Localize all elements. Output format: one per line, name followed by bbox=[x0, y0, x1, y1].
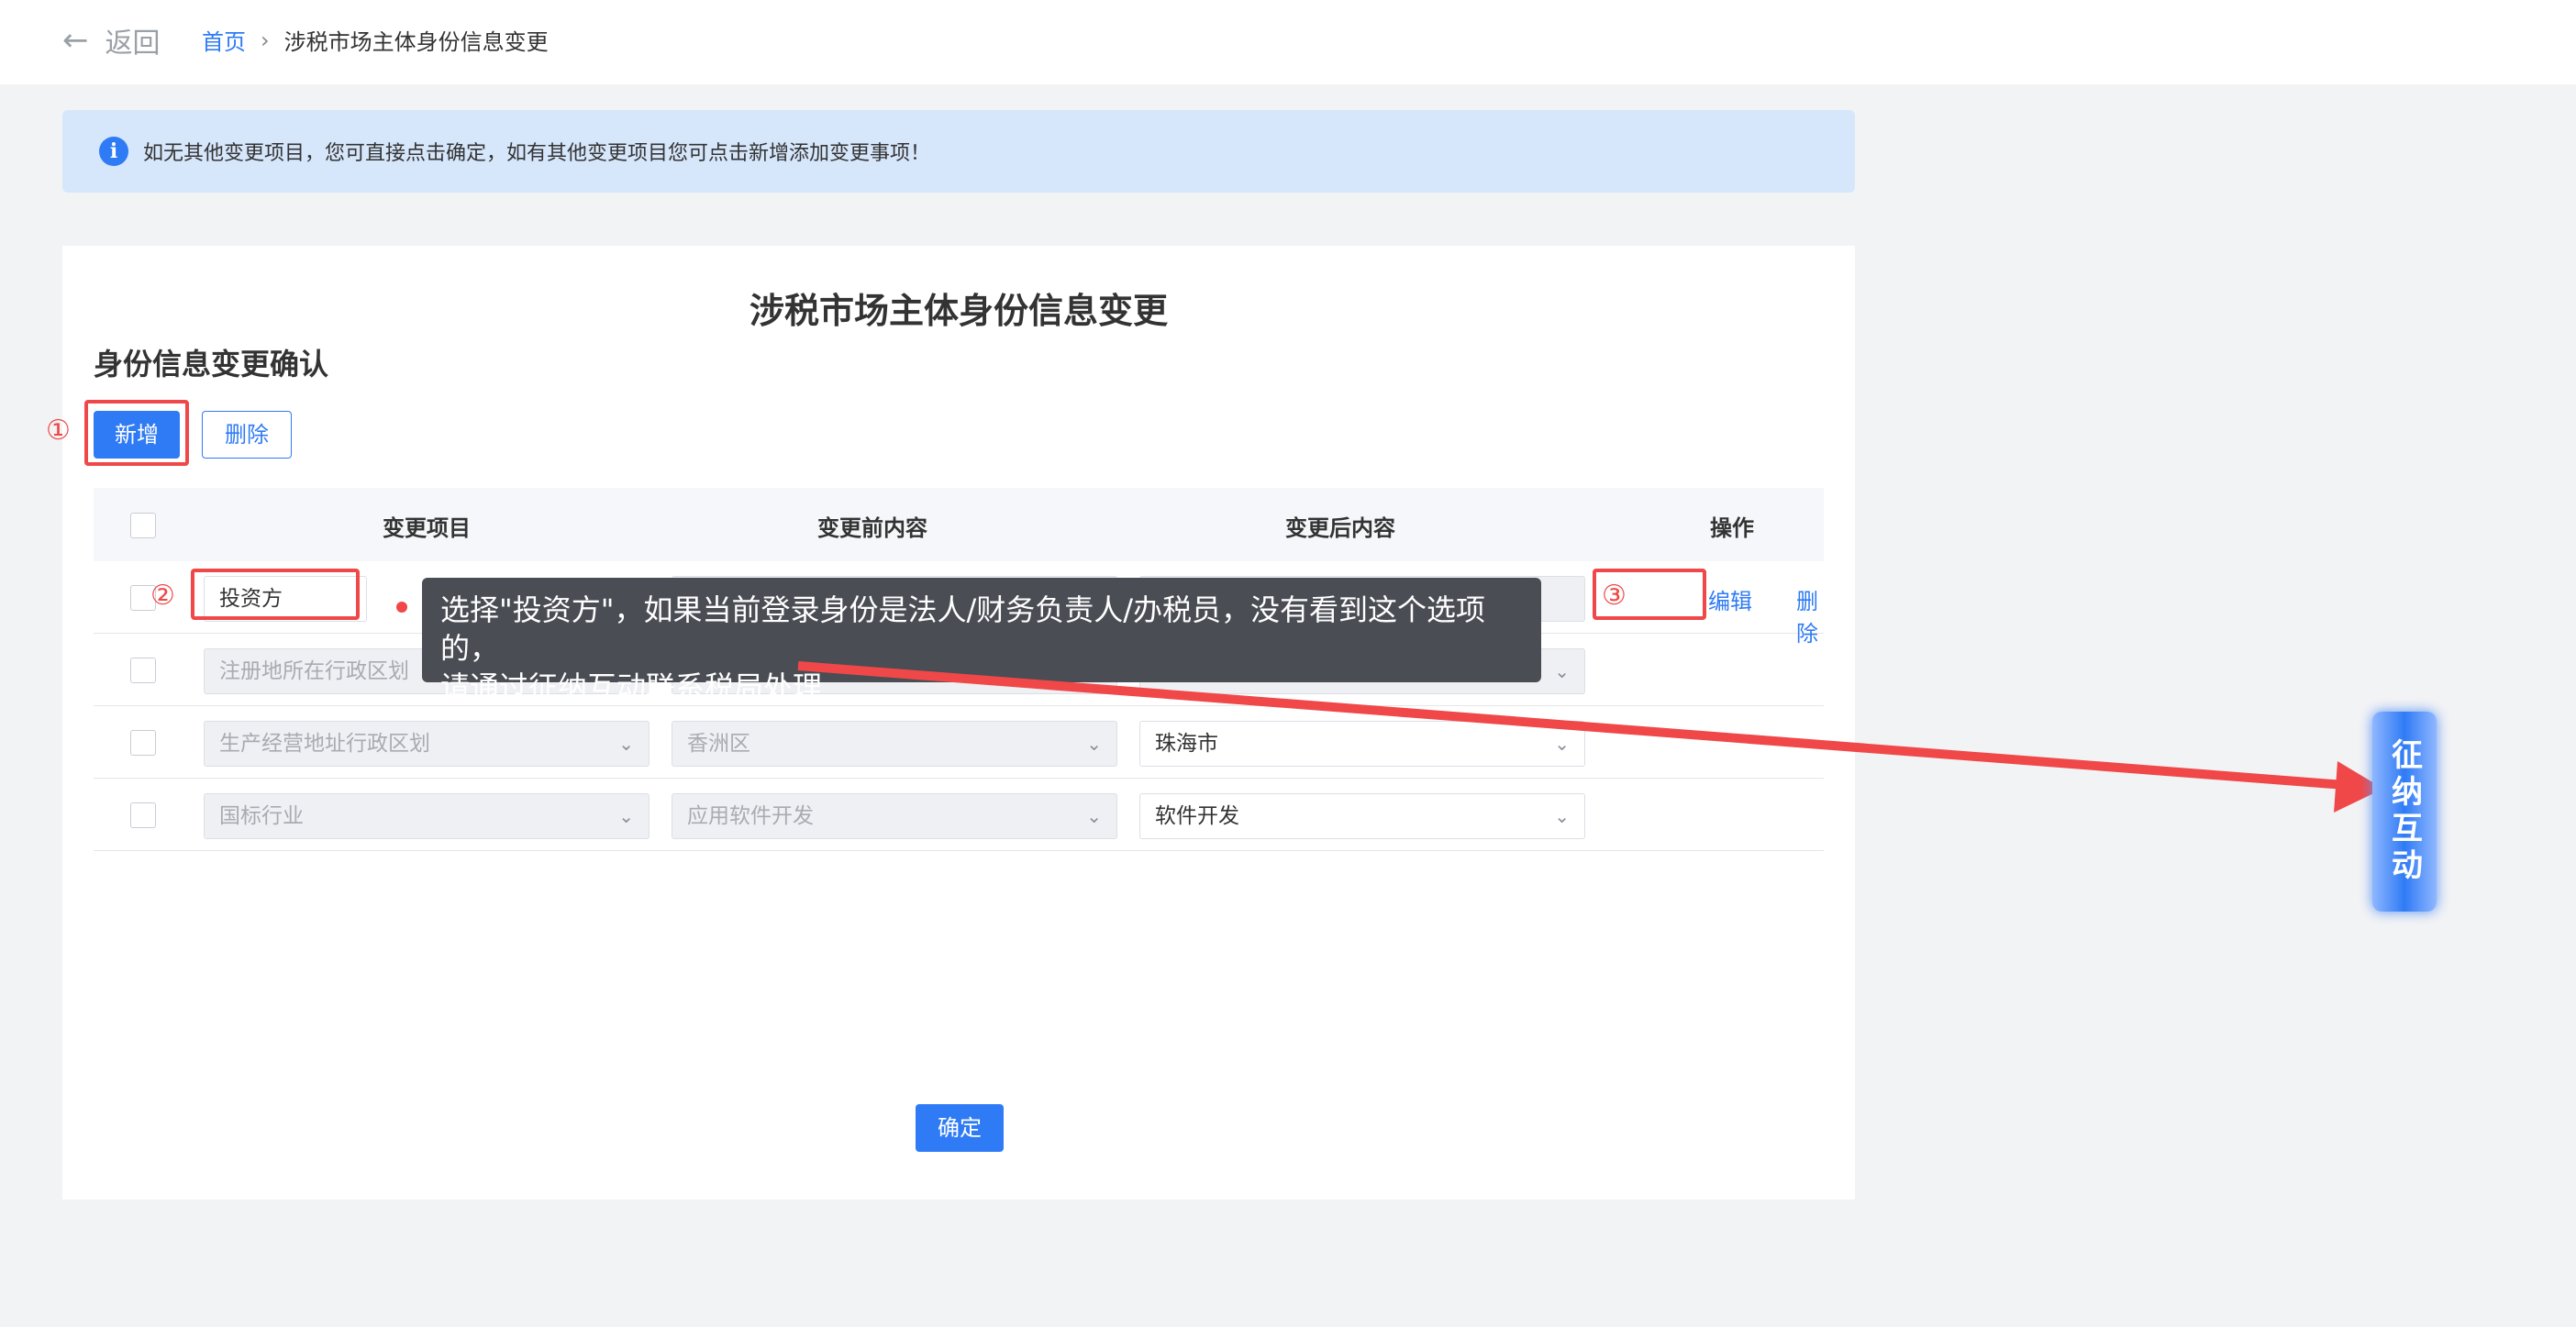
interaction-float-button[interactable]: 征纳互动 bbox=[2372, 712, 2437, 912]
float-label: 征纳互动 bbox=[2385, 738, 2423, 885]
guide-arrow-line bbox=[797, 661, 2346, 790]
guide-arrow bbox=[797, 661, 2383, 813]
